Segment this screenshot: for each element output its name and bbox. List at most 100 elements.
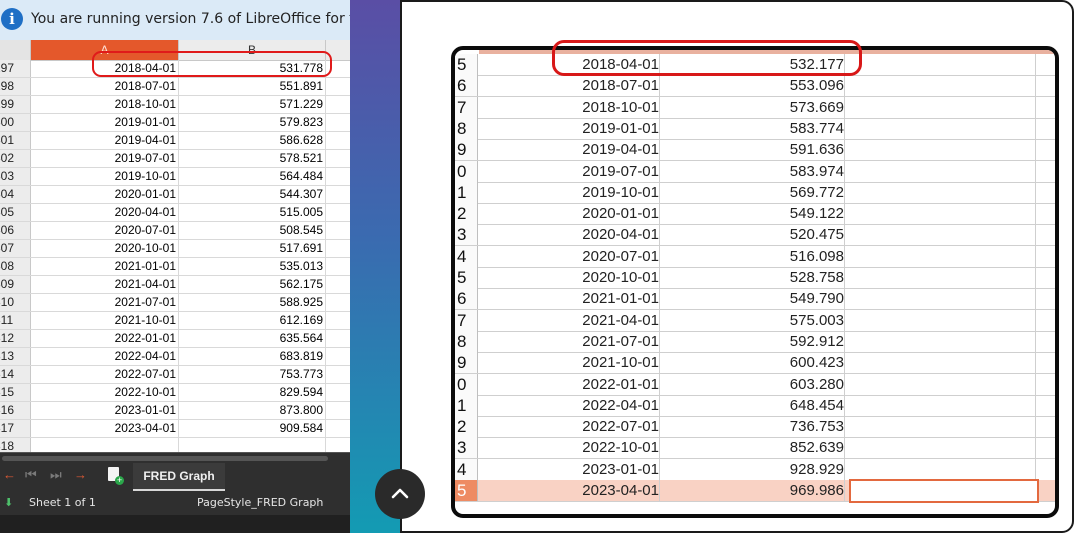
cell-value[interactable]: 873.800	[179, 402, 326, 419]
cell-value[interactable]: 683.819	[179, 348, 326, 365]
row-header[interactable]: 301	[0, 132, 31, 149]
row-header[interactable]: 297	[0, 60, 31, 77]
cell-date[interactable]: 2019-04-01	[31, 132, 179, 149]
scroll-to-first-sheet-icon[interactable]: ←	[3, 467, 16, 483]
cell-date[interactable]: 2020-07-01	[31, 222, 179, 239]
cell-date[interactable]: 2020-01-01	[31, 186, 179, 203]
cell-date[interactable]: 2022-10-01	[31, 384, 179, 401]
cell-date[interactable]: 2021-07-01	[31, 294, 179, 311]
cell-value[interactable]: 586.628	[179, 132, 326, 149]
cell-value[interactable]: 578.521	[179, 150, 326, 167]
table-row[interactable]: 3112021-10-01612.169	[0, 312, 350, 330]
row-header[interactable]: 304	[0, 186, 31, 203]
cell-empty	[849, 437, 1036, 459]
cell-value[interactable]: 515.005	[179, 204, 326, 221]
row-header[interactable]: 313	[0, 348, 31, 365]
table-row[interactable]: 3102021-07-01588.925	[0, 294, 350, 312]
table-row[interactable]: 3032019-10-01564.484	[0, 168, 350, 186]
row-header[interactable]: 299	[0, 96, 31, 113]
cell-date: 2023-01-01	[479, 458, 660, 480]
cell-value[interactable]: 551.891	[179, 78, 326, 95]
cell-date[interactable]: 2020-04-01	[31, 204, 179, 221]
table-row[interactable]: 3052020-04-01515.005	[0, 204, 350, 222]
table-row: 3 2022-10-01 852.639	[455, 437, 1055, 460]
row-header[interactable]: 311	[0, 312, 31, 329]
row-header[interactable]: 316	[0, 402, 31, 419]
row-header[interactable]: 300	[0, 114, 31, 131]
cell-value[interactable]: 562.175	[179, 276, 326, 293]
cell-date[interactable]: 2023-04-01	[31, 420, 179, 437]
cell-value[interactable]: 508.545	[179, 222, 326, 239]
cell-date[interactable]: 2023-01-01	[31, 402, 179, 419]
table-row[interactable]: 3142022-07-01753.773	[0, 366, 350, 384]
table-row[interactable]: 3042020-01-01544.307	[0, 186, 350, 204]
row-header[interactable]: 307	[0, 240, 31, 257]
row-header[interactable]: 314	[0, 366, 31, 383]
row-header[interactable]: 303	[0, 168, 31, 185]
row-header[interactable]: 312	[0, 330, 31, 347]
table-row[interactable]: 3162023-01-01873.800	[0, 402, 350, 420]
cell-date[interactable]: 2021-04-01	[31, 276, 179, 293]
cell-value[interactable]: 564.484	[179, 168, 326, 185]
sheet-tab-fred-graph[interactable]: FRED Graph	[133, 463, 225, 491]
table-row[interactable]: 2992018-10-01571.229	[0, 96, 350, 114]
horizontal-scrollbar[interactable]	[2, 456, 328, 461]
scroll-to-last-sheet-icon[interactable]: →	[74, 467, 87, 483]
scroll-to-top-button[interactable]	[375, 469, 425, 519]
table-row[interactable]: 3092021-04-01562.175	[0, 276, 350, 294]
cell-date[interactable]: 2022-01-01	[31, 330, 179, 347]
table-row[interactable]: 2982018-07-01551.891	[0, 78, 350, 96]
table-row[interactable]: 3072020-10-01517.691	[0, 240, 350, 258]
spreadsheet-grid[interactable]: 2972018-04-01531.7782982018-07-01551.891…	[0, 60, 350, 474]
table-row[interactable]: 3132022-04-01683.819	[0, 348, 350, 366]
cell-date[interactable]: 2022-04-01	[31, 348, 179, 365]
table-row[interactable]: 3122022-01-01635.564	[0, 330, 350, 348]
add-sheet-icon[interactable]	[108, 467, 124, 485]
row-header: 8	[455, 330, 478, 352]
cell-value[interactable]: 535.013	[179, 258, 326, 275]
cell-date[interactable]: 2021-10-01	[31, 312, 179, 329]
row-header[interactable]: 305	[0, 204, 31, 221]
row-header[interactable]: 306	[0, 222, 31, 239]
row-header[interactable]: 310	[0, 294, 31, 311]
cell-value[interactable]: 909.584	[179, 420, 326, 437]
cell-value: 591.636	[664, 139, 845, 161]
table-row[interactable]: 3002019-01-01579.823	[0, 114, 350, 132]
cell-value[interactable]: 829.594	[179, 384, 326, 401]
cell-value[interactable]: 544.307	[179, 186, 326, 203]
scroll-to-previous-sheet-icon[interactable]: ⏮	[25, 467, 37, 483]
row-header[interactable]: 317	[0, 420, 31, 437]
table-row[interactable]: 3172023-04-01909.584	[0, 420, 350, 438]
cell-value[interactable]: 612.169	[179, 312, 326, 329]
cell-date[interactable]: 2020-10-01	[31, 240, 179, 257]
row-header[interactable]: 308	[0, 258, 31, 275]
table-row[interactable]: 3152022-10-01829.594	[0, 384, 350, 402]
scroll-to-next-sheet-icon[interactable]: ⏭	[50, 467, 62, 483]
cell-empty	[849, 245, 1036, 267]
cell-value[interactable]: 588.925	[179, 294, 326, 311]
cell-date[interactable]: 2021-01-01	[31, 258, 179, 275]
cell-date[interactable]: 2018-10-01	[31, 96, 179, 113]
cell-value[interactable]: 753.773	[179, 366, 326, 383]
cell-date[interactable]: 2022-07-01	[31, 366, 179, 383]
table-row[interactable]: 3062020-07-01508.545	[0, 222, 350, 240]
row-header: 8	[455, 117, 478, 139]
cell-value[interactable]: 517.691	[179, 240, 326, 257]
cell-value[interactable]: 579.823	[179, 114, 326, 131]
table-row[interactable]: 3022019-07-01578.521	[0, 150, 350, 168]
cell-value[interactable]: 635.564	[179, 330, 326, 347]
zoomed-spreadsheet-image: 5 2018-04-01 532.177 6 2018-07-01 553.096 7 201…	[451, 46, 1059, 518]
row-header[interactable]: 315	[0, 384, 31, 401]
cell-date[interactable]: 2018-07-01	[31, 78, 179, 95]
row-header[interactable]: 302	[0, 150, 31, 167]
table-row[interactable]: 3012019-04-01586.628	[0, 132, 350, 150]
cell-date[interactable]: 2019-07-01	[31, 150, 179, 167]
cell-date[interactable]: 2019-01-01	[31, 114, 179, 131]
table-row[interactable]: 3082021-01-01535.013	[0, 258, 350, 276]
row-header[interactable]: 309	[0, 276, 31, 293]
select-all-corner[interactable]	[0, 40, 31, 60]
cell-value[interactable]: 571.229	[179, 96, 326, 113]
page-style-label: PageStyle_FRED Graph	[197, 496, 324, 509]
row-header[interactable]: 298	[0, 78, 31, 95]
cell-date[interactable]: 2019-10-01	[31, 168, 179, 185]
